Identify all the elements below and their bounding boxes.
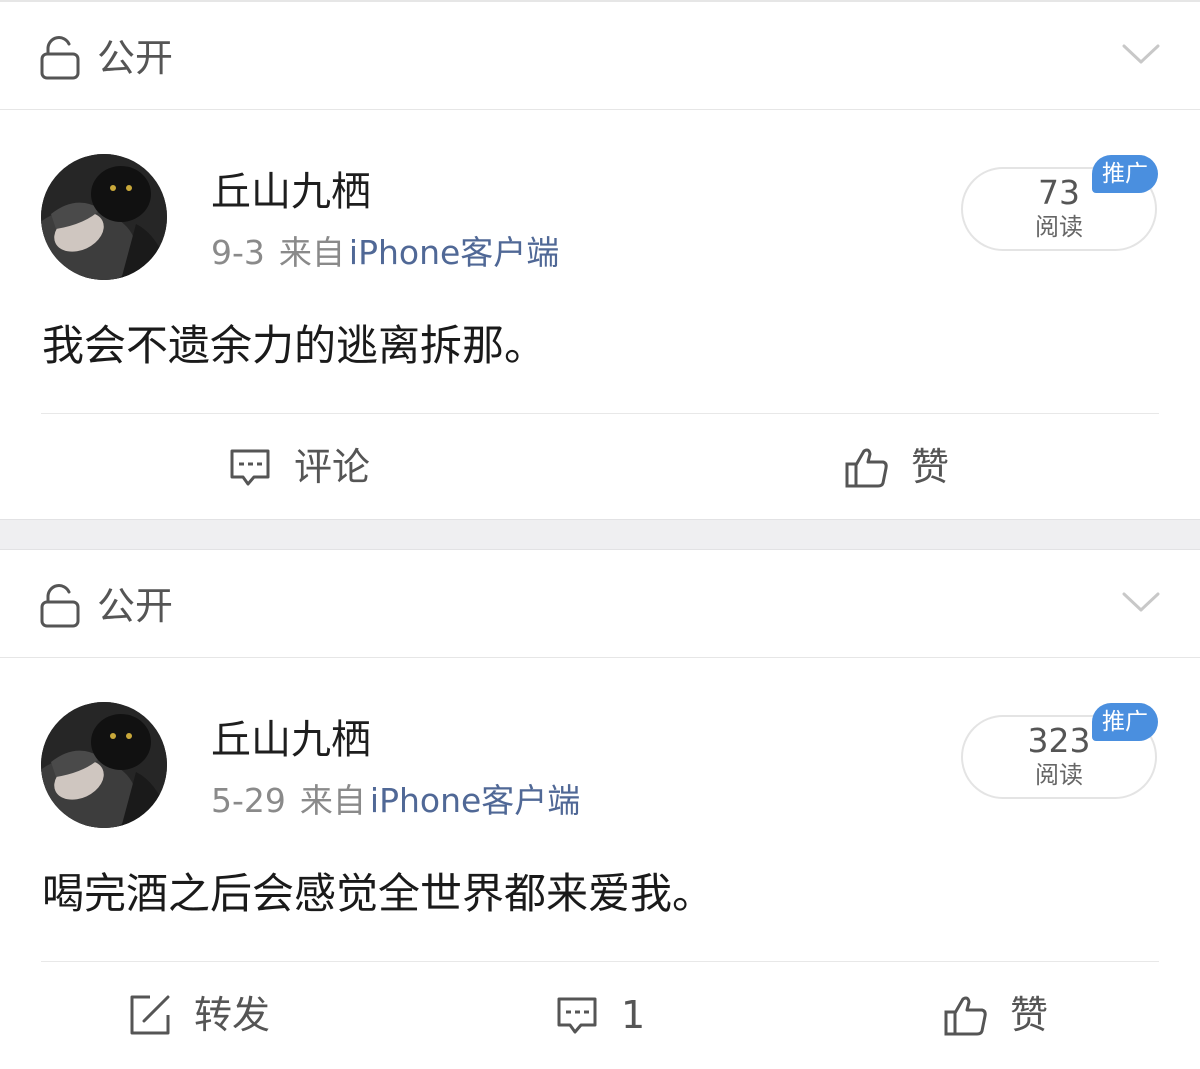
visibility-bar[interactable]: 公开	[0, 2, 1200, 110]
visibility-bar[interactable]: 公开	[0, 550, 1200, 658]
repost-label: 转发	[194, 993, 271, 1037]
post-text[interactable]: 我会不遗余力的逃离拆那。	[42, 316, 546, 376]
promote-badge[interactable]: 推广	[1092, 703, 1158, 741]
like-button[interactable]: 赞	[845, 439, 949, 495]
visibility-label: 公开	[97, 584, 174, 628]
divider	[41, 413, 1159, 414]
comment-label: 评论	[294, 445, 371, 489]
divider	[41, 961, 1159, 962]
client-link[interactable]: iPhone客户端	[349, 233, 559, 272]
like-label: 赞	[911, 445, 950, 489]
section-separator	[0, 519, 1200, 550]
like-label: 赞	[1010, 993, 1049, 1037]
lock-icon	[40, 36, 80, 80]
post-card-2: 公开 丘山九栖 5-29 来自 iPhone客户端 323 阅读 推广 喝完酒之后会…	[0, 550, 1200, 1069]
promote-badge[interactable]: 推广	[1092, 155, 1158, 193]
thumbs-up-icon	[845, 448, 888, 488]
username[interactable]: 丘山九栖	[211, 166, 371, 218]
avatar[interactable]	[41, 154, 167, 280]
comment-button[interactable]: 1	[555, 987, 645, 1043]
username[interactable]: 丘山九栖	[211, 714, 371, 766]
post-date: 5-29	[211, 781, 286, 820]
comment-icon	[230, 449, 270, 486]
post-text[interactable]: 喝完酒之后会感觉全世界都来爱我。	[42, 864, 714, 924]
comment-count: 1	[621, 993, 646, 1037]
post-meta: 5-29 来自 iPhone客户端	[211, 778, 580, 824]
client-link[interactable]: iPhone客户端	[370, 781, 580, 820]
like-button[interactable]: 赞	[944, 987, 1048, 1043]
chevron-down-icon[interactable]	[1122, 590, 1160, 614]
from-label: 来自	[278, 233, 345, 272]
read-label: 阅读	[1035, 213, 1083, 241]
post-card-1: 公开 丘山九栖 9-3 来自 iPhone客户端 73 阅读 推广 我会不遗余力的逃…	[0, 0, 1200, 519]
repost-button[interactable]: 转发	[128, 987, 270, 1043]
thumbs-up-icon	[944, 996, 987, 1036]
avatar[interactable]	[41, 702, 167, 828]
post-date: 9-3	[211, 233, 265, 272]
chevron-down-icon[interactable]	[1122, 42, 1160, 66]
from-label: 来自	[299, 781, 366, 820]
read-label: 阅读	[1035, 761, 1083, 789]
post-meta: 9-3 来自 iPhone客户端	[211, 230, 559, 276]
visibility-label: 公开	[97, 36, 174, 80]
comment-button[interactable]: 评论	[228, 439, 370, 495]
repost-icon	[130, 995, 170, 1035]
lock-icon	[40, 584, 80, 628]
comment-icon	[557, 997, 597, 1034]
